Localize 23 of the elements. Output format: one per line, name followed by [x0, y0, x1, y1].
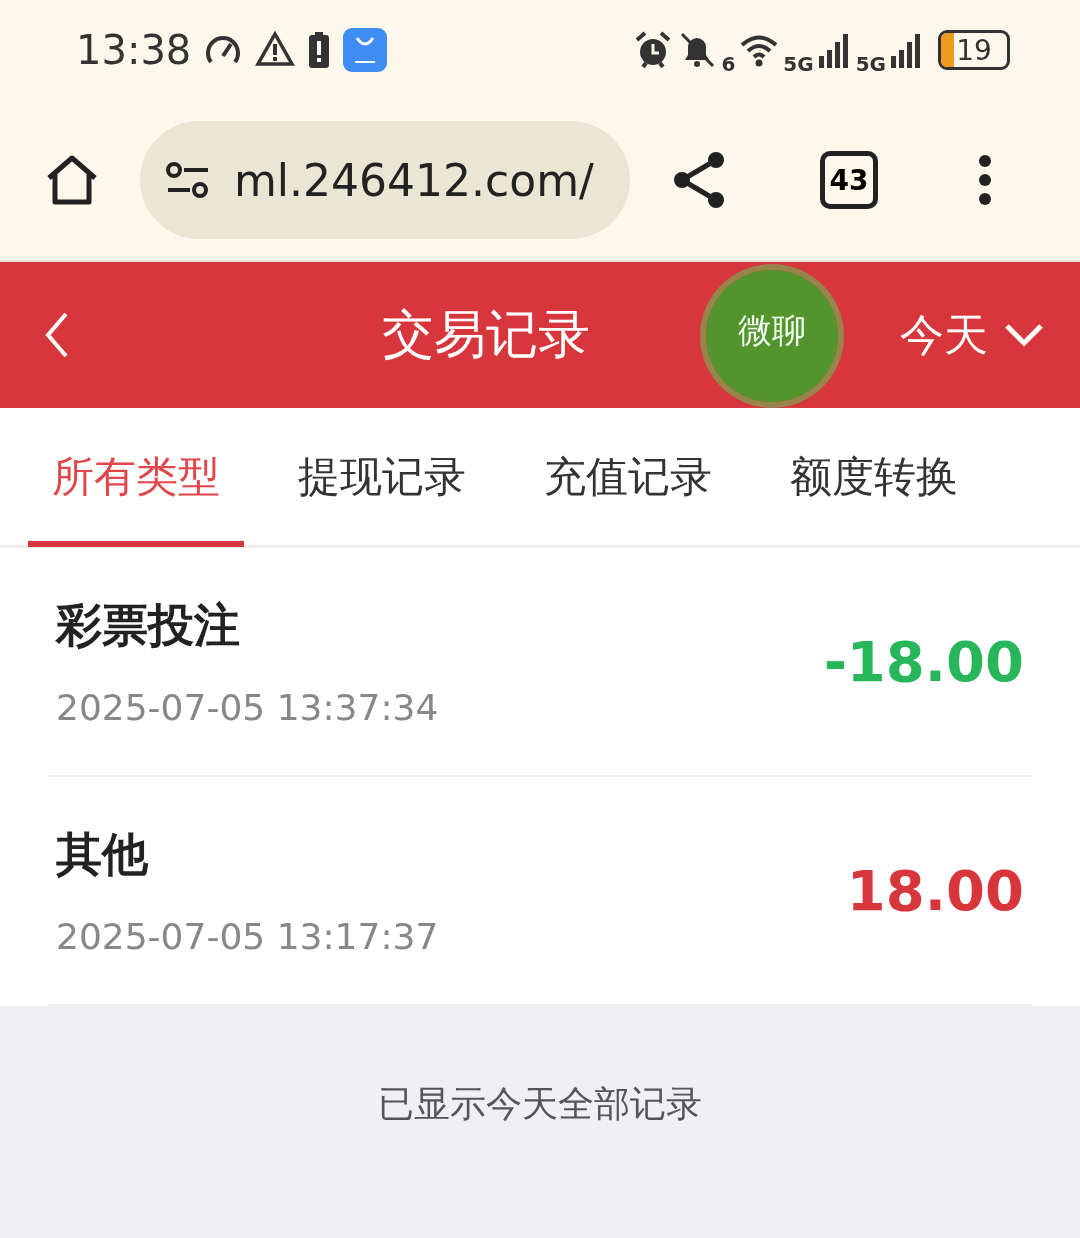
tab-count-button[interactable]: 43: [820, 151, 878, 209]
record-amount: 18.00: [846, 858, 1024, 923]
record-time: 2025-07-05 13:37:34: [56, 687, 439, 728]
network-label: 5G: [855, 52, 886, 76]
menu-icon[interactable]: [978, 155, 992, 205]
network-label: 5G: [783, 52, 814, 76]
tab[interactable]: 提现记录: [274, 406, 490, 547]
address-bar[interactable]: ml.246412.com/: [140, 121, 630, 239]
status-time: 13:38: [76, 27, 192, 73]
end-of-list-message: 已显示今天全部记录: [378, 1082, 702, 1126]
record-title: 彩票投注: [56, 597, 241, 654]
wifi-label: 6: [721, 52, 736, 76]
record-title: 其他: [56, 826, 149, 883]
chevron-down-icon: [1004, 323, 1044, 347]
app-store-icon: [343, 28, 388, 72]
date-filter-dropdown[interactable]: 今天: [900, 305, 1044, 365]
record-time: 2025-07-05 13:17:37: [56, 916, 439, 957]
tab[interactable]: 额度转换: [766, 406, 982, 547]
record-amount: -18.00: [823, 629, 1024, 694]
battery-alert-icon: [307, 30, 332, 70]
page-title: 交易记录: [382, 303, 590, 366]
tab[interactable]: 充值记录: [520, 406, 736, 547]
battery-percent: 19: [956, 33, 992, 67]
